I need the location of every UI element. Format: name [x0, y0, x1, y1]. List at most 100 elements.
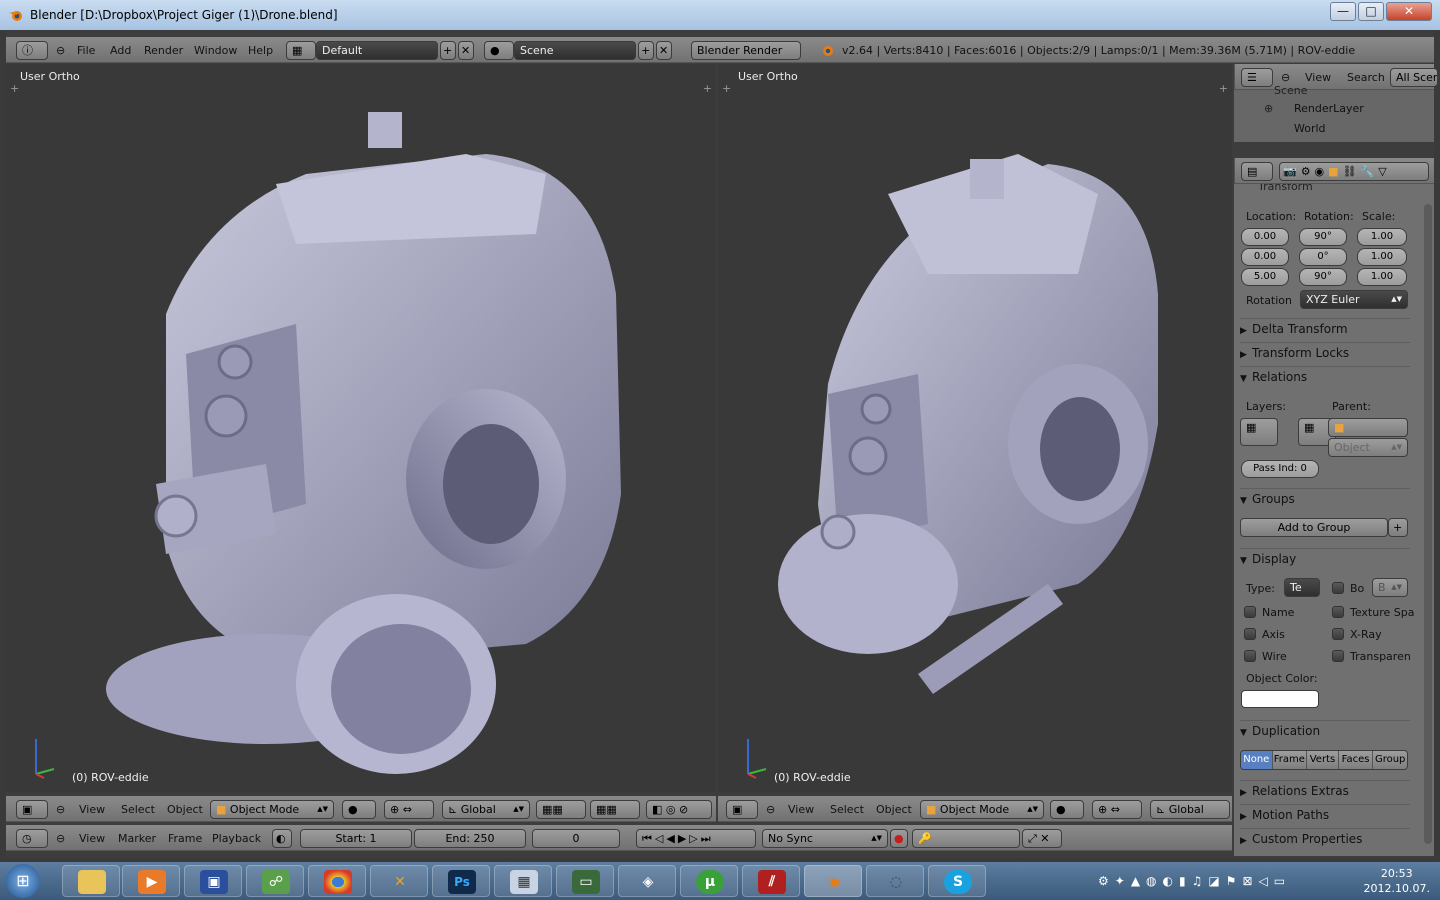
- menu-help[interactable]: Help: [248, 44, 273, 57]
- viewport-right[interactable]: User Ortho + + (0) ROV-eddie: [718, 64, 1232, 792]
- keying-set-field[interactable]: 🔑: [912, 829, 1020, 848]
- rotation-mode-select[interactable]: XYZ Euler ▲▼: [1300, 290, 1408, 309]
- menu-window[interactable]: Window: [194, 44, 237, 57]
- taskbar-cinema4d[interactable]: ✕: [370, 865, 428, 897]
- parent-type-select[interactable]: Object ▲▼: [1328, 438, 1408, 457]
- remove-screen-icon[interactable]: ✕: [458, 41, 474, 60]
- remove-scene-icon[interactable]: ✕: [656, 41, 672, 60]
- taskbar-monitor-app[interactable]: ▭: [556, 865, 614, 897]
- menu-view[interactable]: View: [788, 803, 814, 816]
- axis-checkbox[interactable]: [1244, 628, 1256, 640]
- playback-controls[interactable]: ⏮◁◀▶▷⏭: [636, 829, 756, 848]
- display-type-select[interactable]: Te▲▼: [1284, 578, 1320, 597]
- object-color-swatch[interactable]: [1241, 690, 1319, 708]
- scene-field[interactable]: Scene: [514, 41, 636, 60]
- layers-grid-a[interactable]: ▦: [1240, 418, 1278, 446]
- scale-z[interactable]: 1.00: [1357, 268, 1407, 286]
- layers-grid-2[interactable]: ▦▦: [590, 800, 640, 819]
- taskbar-app-red[interactable]: ⫽: [742, 865, 800, 897]
- menu-view[interactable]: View: [79, 803, 105, 816]
- section-duplication[interactable]: ▼ Duplication: [1240, 720, 1410, 742]
- section-transform-locks[interactable]: ▶ Transform Locks: [1240, 342, 1410, 364]
- menu-frame[interactable]: Frame: [168, 832, 202, 845]
- system-tray-icons[interactable]: ⚙✦▲◍◐▮♫◪⚑⊠◁▭: [1098, 874, 1291, 888]
- outliner-item-renderlayer[interactable]: RenderLayer: [1294, 102, 1364, 115]
- layers-grid-1[interactable]: ▦▦: [536, 800, 586, 819]
- rotation-x[interactable]: 90°: [1299, 228, 1347, 246]
- collapse-icon[interactable]: ⊖: [766, 803, 775, 816]
- taskbar-media-player[interactable]: ▶: [122, 865, 180, 897]
- rotation-z[interactable]: 90°: [1299, 268, 1347, 286]
- menu-marker[interactable]: Marker: [118, 832, 156, 845]
- texture-space-checkbox[interactable]: [1332, 606, 1344, 618]
- scene-icon[interactable]: ●▲▼: [484, 41, 514, 60]
- expand-icon[interactable]: ⊕: [1264, 102, 1273, 115]
- location-x[interactable]: 0.00: [1241, 228, 1289, 246]
- properties-scrollbar[interactable]: [1424, 204, 1432, 844]
- scale-x[interactable]: 1.00: [1357, 228, 1407, 246]
- outliner-item-world[interactable]: World: [1294, 122, 1326, 135]
- add-scene-icon[interactable]: +: [638, 41, 654, 60]
- taskbar-utorrent[interactable]: µ: [680, 865, 738, 897]
- screen-layout-icon[interactable]: ▦▲▼: [286, 41, 316, 60]
- scale-y[interactable]: 1.00: [1357, 248, 1407, 266]
- close-button[interactable]: ✕: [1386, 2, 1432, 21]
- pivot-select[interactable]: ⊕ ⇔: [384, 800, 434, 819]
- collapse-icon[interactable]: ⊖: [1281, 71, 1290, 84]
- collapse-icon[interactable]: ⊖: [56, 803, 65, 816]
- record-icon[interactable]: ●: [890, 829, 908, 848]
- editor-type-button[interactable]: ⓘ▲▼: [16, 41, 48, 60]
- rotation-y[interactable]: 0°: [1299, 248, 1347, 266]
- bounds-checkbox[interactable]: [1332, 582, 1344, 594]
- section-motion-paths[interactable]: ▶ Motion Paths: [1240, 804, 1410, 826]
- shading-select[interactable]: ●▲▼: [1050, 800, 1084, 819]
- menu-search[interactable]: Search: [1347, 71, 1385, 84]
- menu-file[interactable]: File: [77, 44, 95, 57]
- section-groups[interactable]: ▼ Groups: [1240, 488, 1410, 510]
- menu-select[interactable]: Select: [830, 803, 864, 816]
- keyframe-buttons[interactable]: ⤢ ✕: [1022, 829, 1062, 848]
- collapse-icon[interactable]: ⊖: [56, 832, 65, 845]
- menu-view[interactable]: View: [79, 832, 105, 845]
- minimize-button[interactable]: —: [1330, 2, 1356, 21]
- orientation-select[interactable]: ⊾ Global: [1150, 800, 1230, 819]
- section-relations[interactable]: ▼ Relations: [1240, 366, 1410, 388]
- add-screen-icon[interactable]: +: [440, 41, 456, 60]
- taskbar-unity[interactable]: ◈: [618, 865, 676, 897]
- wire-checkbox[interactable]: [1244, 650, 1256, 662]
- outliner-filter-select[interactable]: All Scen: [1390, 68, 1438, 87]
- menu-render[interactable]: Render: [144, 44, 183, 57]
- taskbar-chrome[interactable]: [308, 865, 366, 897]
- menu-add[interactable]: Add: [110, 44, 131, 57]
- mode-select[interactable]: ■ Object Mode ▲▼: [920, 800, 1044, 819]
- viewport-left[interactable]: User Ortho + + (0) ROV-eddie: [6, 64, 716, 792]
- dup-group-button[interactable]: Group: [1372, 751, 1407, 769]
- menu-playback[interactable]: Playback: [212, 832, 261, 845]
- taskbar-clock[interactable]: 20:53 2012.10.07.: [1364, 866, 1430, 896]
- taskbar-explorer[interactable]: [62, 865, 120, 897]
- shading-select[interactable]: ●▲▼: [342, 800, 376, 819]
- section-delta-transform[interactable]: ▶ Delta Transform: [1240, 318, 1410, 340]
- render-preview-buttons[interactable]: ◧ ◎ ⊘: [646, 800, 712, 819]
- location-y[interactable]: 0.00: [1241, 248, 1289, 266]
- pass-index-field[interactable]: Pass Ind: 0: [1241, 460, 1319, 478]
- editor-type-button[interactable]: ▣▲▼: [16, 800, 48, 819]
- taskbar-save-app[interactable]: ▣: [184, 865, 242, 897]
- current-frame-field[interactable]: 0: [532, 829, 620, 848]
- taskbar-loading-app[interactable]: ◌: [866, 865, 924, 897]
- section-display[interactable]: ▼ Display: [1240, 548, 1410, 570]
- dup-verts-button[interactable]: Verts: [1306, 751, 1338, 769]
- dup-none-button[interactable]: None: [1241, 751, 1272, 769]
- name-checkbox[interactable]: [1244, 606, 1256, 618]
- start-frame-field[interactable]: Start: 1: [300, 829, 412, 848]
- property-context-tabs[interactable]: 📷⚙◉■⛓🔧▽: [1279, 162, 1429, 181]
- menu-object[interactable]: Object: [167, 803, 203, 816]
- screen-layout-field[interactable]: Default: [316, 41, 438, 60]
- pivot-select[interactable]: ⊕ ⇔: [1092, 800, 1142, 819]
- outliner-tree[interactable]: Scene ⊕ RenderLayer World: [1234, 84, 1434, 142]
- editor-type-button[interactable]: ▤▲▼: [1241, 162, 1273, 181]
- menu-select[interactable]: Select: [121, 803, 155, 816]
- maximize-button[interactable]: □: [1358, 2, 1384, 21]
- section-relations-extras[interactable]: ▶ Relations Extras: [1240, 780, 1410, 802]
- taskbar-calculator[interactable]: ▦: [494, 865, 552, 897]
